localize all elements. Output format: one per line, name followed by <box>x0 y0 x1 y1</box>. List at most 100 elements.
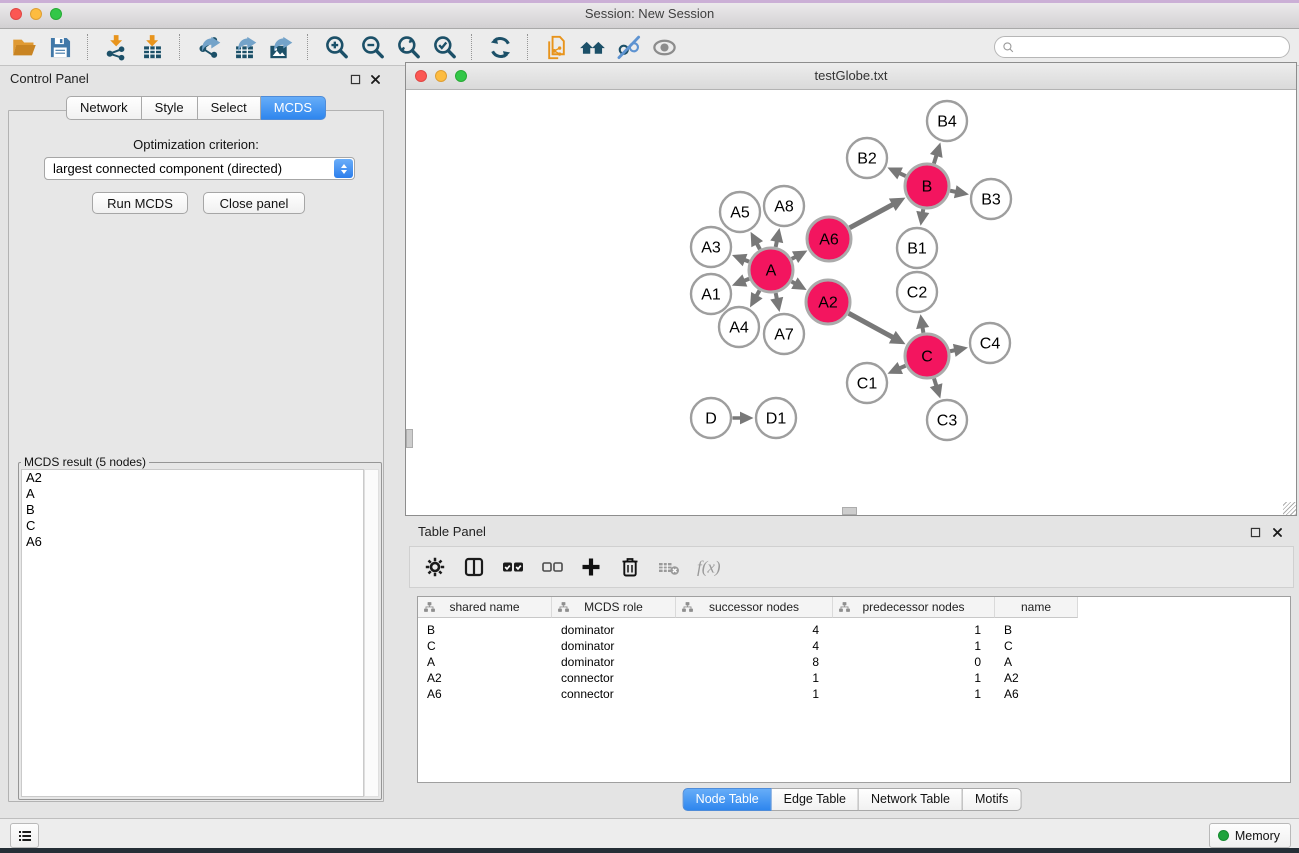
table-row[interactable]: Cdominator41C <box>418 638 1290 654</box>
graph-edge-A6-B[interactable] <box>850 204 894 228</box>
tab-edge-table[interactable]: Edge Table <box>772 788 859 811</box>
graph-node-C4[interactable]: C4 <box>970 323 1010 363</box>
uncheck-all-button[interactable] <box>537 552 567 582</box>
network-document-button[interactable] <box>538 32 574 62</box>
graph-edge-A2-C[interactable] <box>849 313 894 338</box>
table-row[interactable]: Adominator80A <box>418 654 1290 670</box>
network-canvas[interactable]: B4 B2 B B3 A8A5 A6 B1 A3 A C2 A1 A2 A4A7 C4 C C1 C3 D D1 <box>406 90 1296 515</box>
graph-node-A6[interactable]: A6 <box>807 217 851 261</box>
graph-node-A7[interactable]: A7 <box>764 314 804 354</box>
column-header-mcds-role[interactable]: MCDS role <box>552 597 676 618</box>
graph-node-label: A3 <box>701 240 721 257</box>
mcds-result-item[interactable]: C <box>22 518 363 534</box>
open-file-icon <box>11 34 38 61</box>
mcds-result-item[interactable]: A <box>22 486 363 502</box>
hide-selected-button[interactable] <box>610 32 646 62</box>
vertical-scroll-thumb[interactable] <box>406 429 413 448</box>
graph-node-label: D <box>705 411 717 428</box>
control-panel-title: Control Panel <box>10 71 89 86</box>
columns-button[interactable] <box>459 552 489 582</box>
graph-node-C2[interactable]: C2 <box>897 272 937 312</box>
graph-node-C3[interactable]: C3 <box>927 400 967 440</box>
graph-node-D1[interactable]: D1 <box>756 398 796 438</box>
column-header-shared-name[interactable]: shared name <box>418 597 552 618</box>
graph-node-B2[interactable]: B2 <box>847 138 887 178</box>
export-table-icon <box>231 34 258 61</box>
column-header-name[interactable]: name <box>995 597 1078 618</box>
table-row[interactable]: Bdominator41B <box>418 622 1290 638</box>
graph-node-A8[interactable]: A8 <box>764 186 804 226</box>
add-column-icon <box>579 555 603 579</box>
column-header-successor-nodes[interactable]: successor nodes <box>676 597 833 618</box>
zoom-selected-button[interactable] <box>426 32 462 62</box>
graph-node-B4[interactable]: B4 <box>927 101 967 141</box>
graph-node-A5[interactable]: A5 <box>720 192 760 232</box>
uncheck-all-icon <box>540 555 564 579</box>
graph-node-label: C1 <box>857 376 878 393</box>
graph-node-A1[interactable]: A1 <box>691 274 731 314</box>
optimization-criterion-dropdown[interactable]: largest connected component (directed) <box>44 157 355 180</box>
tab-mcds[interactable]: MCDS <box>261 96 326 120</box>
float-panel-icon[interactable] <box>349 73 362 86</box>
graph-edge-arrowhead <box>953 344 968 357</box>
function-builder-button[interactable]: f(x) <box>693 552 723 582</box>
task-history-button[interactable] <box>10 823 39 848</box>
tab-network-table[interactable]: Network Table <box>859 788 963 811</box>
add-column-button[interactable] <box>576 552 606 582</box>
horizontal-scroll-thumb[interactable] <box>842 507 857 515</box>
zoom-in-icon <box>323 34 350 61</box>
graph-node-A[interactable]: A <box>749 248 793 292</box>
graph-node-B1[interactable]: B1 <box>897 228 937 268</box>
export-table-button[interactable] <box>226 32 262 62</box>
delete-table-button[interactable] <box>654 552 684 582</box>
table-body: Bdominator41BCdominator41CAdominator80AA… <box>418 618 1290 702</box>
close-table-panel-icon[interactable] <box>1271 526 1284 539</box>
table-row[interactable]: A2connector11A2 <box>418 670 1290 686</box>
export-network-button[interactable] <box>190 32 226 62</box>
graph-node-A2[interactable]: A2 <box>806 280 850 324</box>
toolbar-separator <box>527 34 529 60</box>
resize-grip[interactable] <box>1283 502 1296 515</box>
check-all-button[interactable] <box>498 552 528 582</box>
import-network-button[interactable] <box>98 32 134 62</box>
tab-select[interactable]: Select <box>198 96 261 120</box>
mcds-result-item[interactable]: B <box>22 502 363 518</box>
graph-node-A3[interactable]: A3 <box>691 227 731 267</box>
refresh-network-button[interactable] <box>482 32 518 62</box>
graph-node-B[interactable]: B <box>905 164 949 208</box>
graph-node-D[interactable]: D <box>691 398 731 438</box>
open-file-button[interactable] <box>6 32 42 62</box>
tab-motifs[interactable]: Motifs <box>963 788 1021 811</box>
float-table-panel-icon[interactable] <box>1249 526 1262 539</box>
graph-node-C[interactable]: C <box>905 334 949 378</box>
tab-style[interactable]: Style <box>142 96 198 120</box>
memory-button[interactable]: Memory <box>1209 823 1291 848</box>
mcds-result-item[interactable]: A2 <box>22 470 363 486</box>
save-session-button[interactable] <box>42 32 78 62</box>
run-mcds-button[interactable]: Run MCDS <box>92 192 188 214</box>
show-eye-button[interactable] <box>646 32 682 62</box>
column-header-predecessor-nodes[interactable]: predecessor nodes <box>833 597 995 618</box>
zoom-in-button[interactable] <box>318 32 354 62</box>
graph-node-C1[interactable]: C1 <box>847 363 887 403</box>
trash-button[interactable] <box>615 552 645 582</box>
graph-node-A4[interactable]: A4 <box>719 307 759 347</box>
mcds-list-scrollbar[interactable] <box>364 469 379 797</box>
zoom-out-button[interactable] <box>354 32 390 62</box>
hierarchy-icon <box>557 601 570 614</box>
close-panel-icon[interactable] <box>369 73 382 86</box>
graph-node-B3[interactable]: B3 <box>971 179 1011 219</box>
mcds-result-item[interactable]: A6 <box>22 534 363 550</box>
zoom-fit-button[interactable] <box>390 32 426 62</box>
graph-edge-arrowhead <box>954 185 969 198</box>
home-view-button[interactable] <box>574 32 610 62</box>
search-box[interactable] <box>994 36 1290 58</box>
table-row[interactable]: A6connector11A6 <box>418 686 1290 702</box>
import-table-button[interactable] <box>134 32 170 62</box>
close-panel-button[interactable]: Close panel <box>203 192 305 214</box>
search-input[interactable] <box>1019 39 1282 55</box>
tab-network[interactable]: Network <box>66 96 142 120</box>
export-image-button[interactable] <box>262 32 298 62</box>
gear-button[interactable] <box>420 552 450 582</box>
tab-node-table[interactable]: Node Table <box>683 788 772 811</box>
